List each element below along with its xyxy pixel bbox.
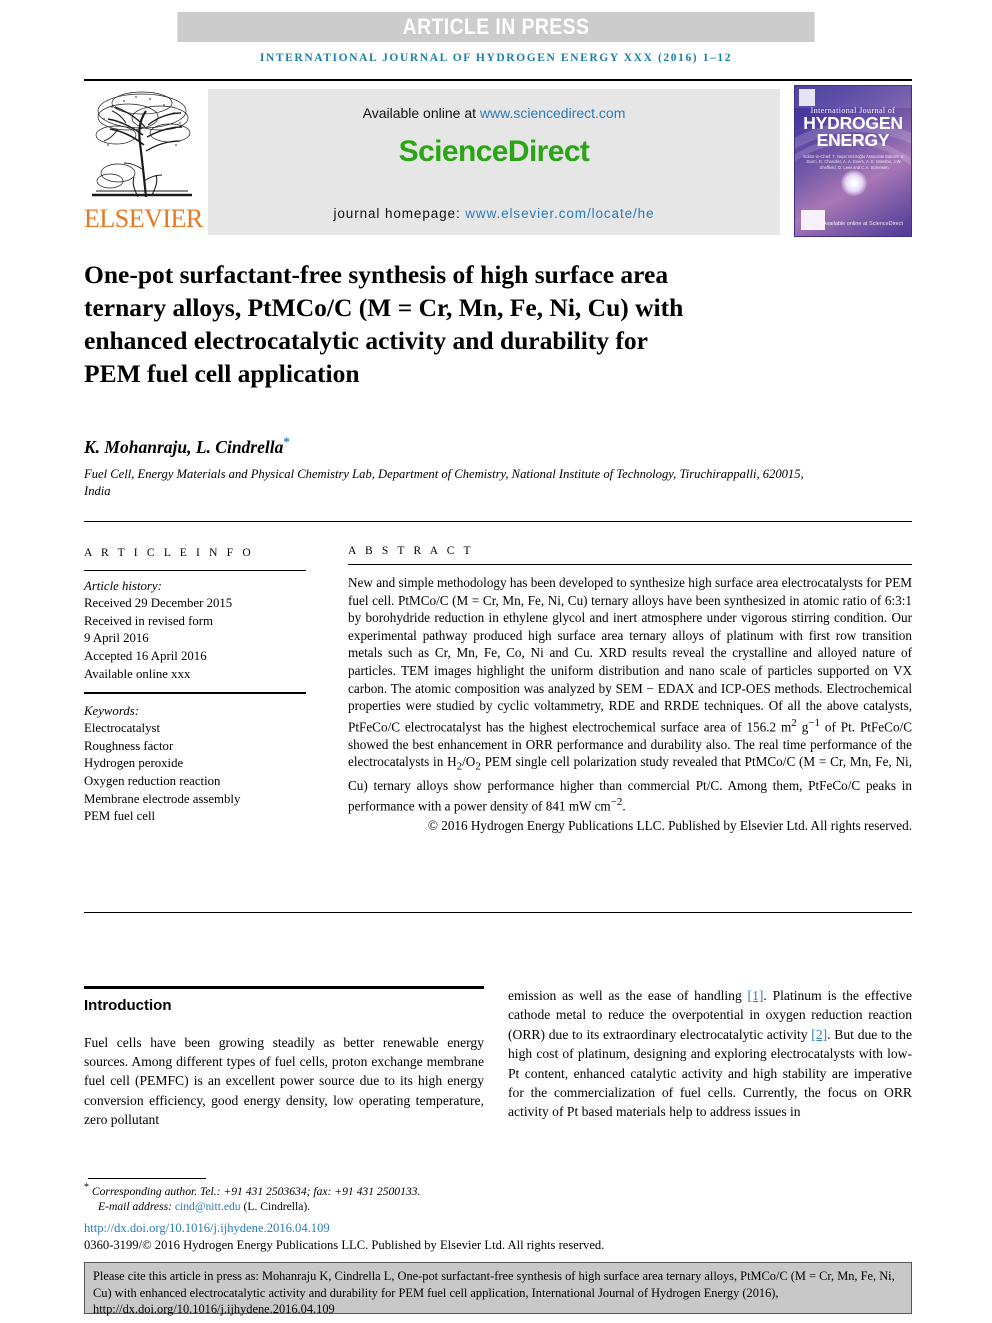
- footnote-block: * Corresponding author. Tel.: +91 431 25…: [84, 1180, 504, 1215]
- please-cite-box: Please cite this article in press as: Mo…: [84, 1262, 912, 1316]
- journal-running-head: INTERNATIONAL JOURNAL OF HYDROGEN ENERGY…: [259, 52, 733, 64]
- reference-link-1[interactable]: [1]: [748, 988, 764, 1003]
- abstract-copyright: © 2016 Hydrogen Energy Publications LLC.…: [427, 818, 912, 834]
- author-email-link[interactable]: cind@nitt.edu: [175, 1200, 241, 1213]
- article-history-line: Available online xxx: [84, 666, 191, 681]
- intro-right-part-1: emission as well as the ease of handling: [508, 988, 748, 1003]
- elsevier-wordmark: ELSEVIER: [84, 204, 203, 233]
- cover-editors-text: Editor-in-Chief: T. Nejat Veziroğlu Asso…: [803, 154, 905, 170]
- article-history-line: 9 April 2016: [84, 631, 149, 646]
- doi-link-line: http://dx.doi.org/10.1016/j.ijhydene.201…: [84, 1221, 330, 1236]
- footnote-email-label: E-mail address:: [98, 1200, 175, 1214]
- footnote-corresponding-author: * Corresponding author. Tel.: +91 431 25…: [84, 1180, 504, 1199]
- keyword-item: Roughness factor: [84, 738, 174, 753]
- cover-ihe-logo: [801, 210, 825, 230]
- sciencedirect-url-link[interactable]: www.sciencedirect.com: [480, 105, 626, 121]
- keyword-item: Electrocatalyst: [84, 721, 161, 736]
- article-history-line: Received 29 December 2015: [84, 596, 233, 611]
- journal-masthead: ELSEVIER Available online at www.science…: [84, 79, 912, 239]
- elsevier-tree-icon: [92, 91, 192, 198]
- keyword-item: Hydrogen peroxide: [84, 756, 184, 771]
- cover-title-energy: ENERGY: [816, 130, 890, 150]
- divider-above-introduction: [84, 986, 484, 989]
- divider-above-info: [84, 521, 912, 522]
- footnote-email-suffix: (L. Cindrella).: [240, 1200, 311, 1214]
- abstract-text: New and simple methodology has been deve…: [348, 574, 912, 815]
- article-info-column: A R T I C L E I N F O Article history: R…: [84, 545, 306, 826]
- divider-below-abstract: [84, 912, 912, 913]
- divider-footnote: [88, 1178, 206, 1179]
- abstract-sup-per-gram: −1: [808, 716, 821, 729]
- divider-abstract: [348, 564, 912, 565]
- abstract-part-2: g: [796, 719, 809, 735]
- introduction-paragraph-left: Fuel cells have been growing steadily as…: [84, 1034, 484, 1128]
- available-online-prefix: Available online at: [362, 105, 480, 121]
- article-info-heading: A R T I C L E I N F O: [84, 547, 254, 559]
- reference-link-2[interactable]: [2]: [811, 1027, 827, 1042]
- article-history-line: Received in revised form: [84, 613, 213, 628]
- keyword-item: PEM fuel cell: [84, 809, 156, 824]
- footnote-star-icon: *: [84, 1182, 89, 1193]
- article-history-label: Article history:: [84, 578, 162, 593]
- available-online-line: Available online at www.sciencedirect.co…: [208, 89, 780, 121]
- author-list: K. Mohanraju, L. Cindrella*: [84, 434, 290, 458]
- abstract-part-1: New and simple methodology has been deve…: [348, 575, 912, 735]
- author-affiliation: Fuel Cell, Energy Materials and Physical…: [84, 467, 804, 498]
- page-title: One-pot surfactant-free synthesis of hig…: [84, 260, 684, 388]
- keyword-item: Membrane electrode assembly: [84, 791, 241, 806]
- article-history-line: Accepted 16 April 2016: [84, 648, 207, 663]
- issn-copyright-line: 0360-3199/© 2016 Hydrogen Energy Publica…: [84, 1238, 605, 1252]
- abstract-heading: A B S T R A C T: [348, 545, 474, 557]
- footnote-email-line: E-mail address: cind@nitt.edu (L. Cindre…: [84, 1199, 504, 1215]
- abstract-part-6: .: [622, 798, 626, 814]
- introduction-heading: Introduction: [84, 996, 172, 1014]
- author-names: K. Mohanraju, L. Cindrella: [84, 436, 284, 457]
- article-in-press-banner: ARTICLE IN PRESS: [177, 12, 815, 42]
- article-first-page: ARTICLE IN PRESS INTERNATIONAL JOURNAL O…: [0, 0, 992, 1323]
- abstract-column: A B S T R A C T New and simple methodolo…: [348, 545, 912, 835]
- sciencedirect-banner: Available online at www.sciencedirect.co…: [208, 89, 780, 235]
- journal-homepage-link[interactable]: www.elsevier.com/locate/he: [465, 206, 654, 221]
- keyword-item: Oxygen reduction reaction: [84, 774, 221, 789]
- introduction-paragraph-right: emission as well as the ease of handling…: [508, 986, 912, 1122]
- abstract-sup-per-cm2: −2: [610, 796, 623, 809]
- cover-sciencedirect-tag: Available online at ScienceDirect: [823, 221, 903, 227]
- elsevier-logo: ELSEVIER: [84, 85, 203, 239]
- cover-glow-orb: [841, 170, 867, 196]
- footnote-corresponding-text: Corresponding author. Tel.: +91 431 2503…: [91, 1184, 421, 1198]
- introduction-right-column: emission as well as the ease of handling…: [508, 986, 912, 1122]
- cover-title-large: HYDROGEN ENERGY: [795, 114, 911, 150]
- journal-homepage-line: journal homepage: www.elsevier.com/locat…: [208, 206, 780, 221]
- journal-cover-image: International Journal of HYDROGEN ENERGY…: [794, 85, 912, 237]
- introduction-left-column: Introduction Fuel cells have been growin…: [84, 986, 484, 1130]
- corresponding-author-marker: *: [283, 434, 290, 449]
- sciencedirect-logo: ScienceDirect: [398, 135, 590, 168]
- doi-link[interactable]: http://dx.doi.org/10.1016/j.ijhydene.201…: [84, 1221, 330, 1235]
- abstract-part-4: /O: [462, 754, 476, 770]
- divider-article-info: [84, 569, 306, 571]
- divider-keywords: [84, 692, 306, 694]
- journal-homepage-label: journal homepage:: [333, 206, 466, 221]
- cover-elsevier-icon: [799, 89, 815, 106]
- keywords-label: Keywords:: [84, 703, 139, 718]
